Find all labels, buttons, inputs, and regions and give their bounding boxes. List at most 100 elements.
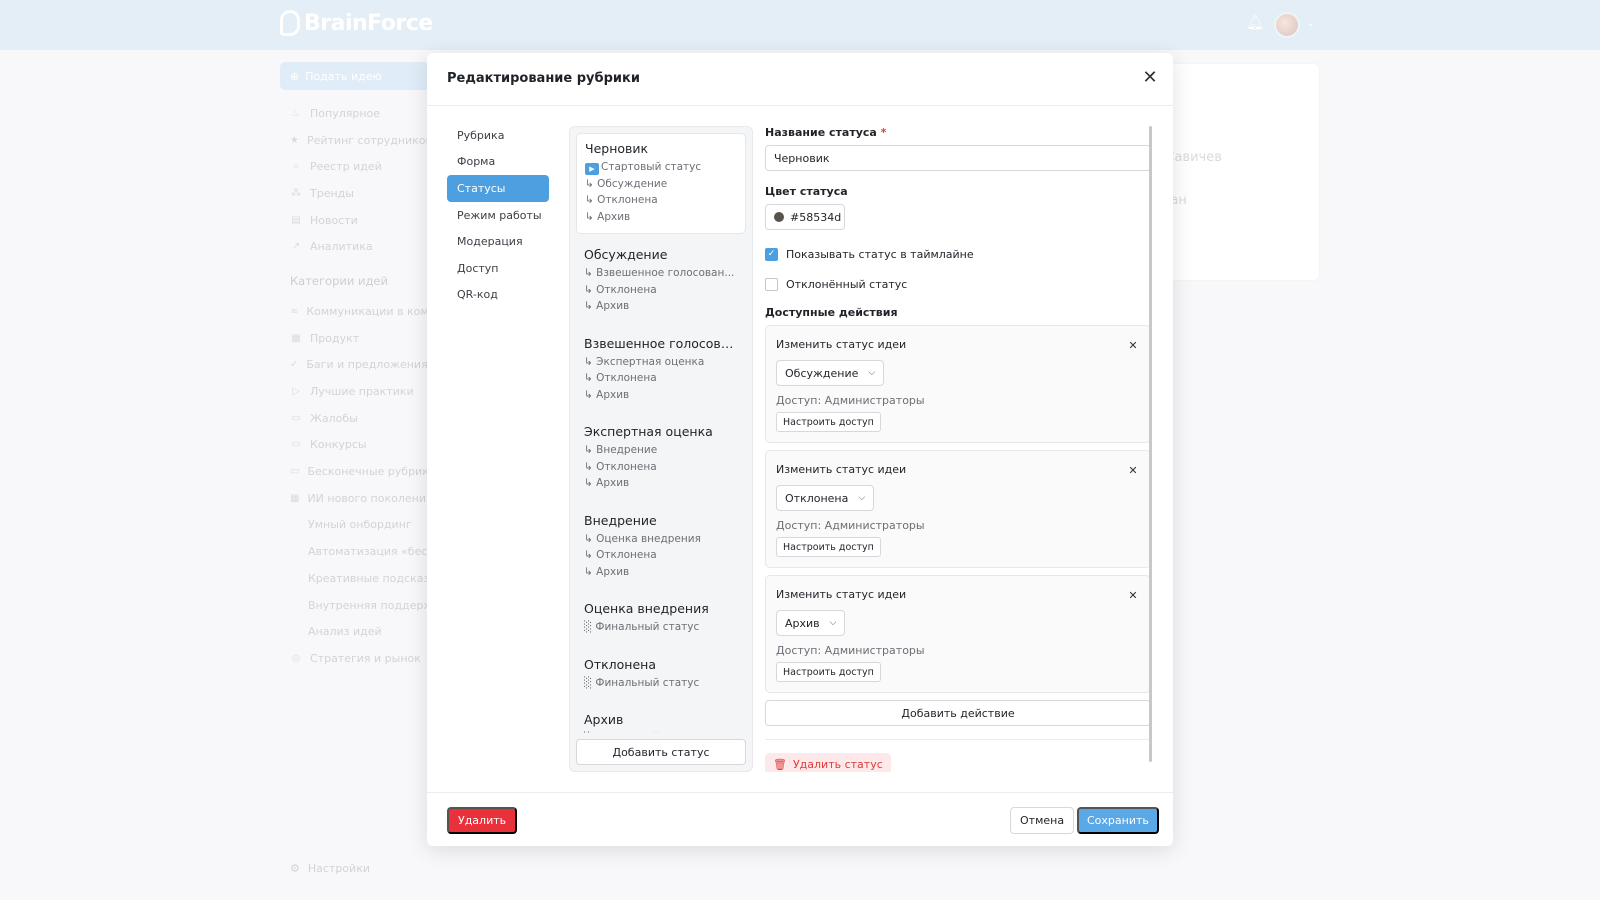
arrow-return-icon: ↳ [584,388,597,401]
rejected-status-checkbox[interactable] [765,277,778,291]
status-transition: ↳ Обсуждение [585,176,737,193]
status-transition-text: Отклонена [597,194,658,206]
arrow-return-icon: ↳ [584,372,597,384]
save-button[interactable]: Сохранить [1077,807,1159,834]
tab-item[interactable]: Рубрика [447,122,549,149]
status-name: Внедрение [584,512,657,528]
status-name: Архив [584,712,624,727]
arrow-return-icon: ↳ [584,477,597,489]
checkered-flag-icon: ░ [584,621,596,633]
status-transition-text: Экспертная оценка [596,355,705,368]
status-transition-text: Архив [596,388,630,401]
status-transition: ↳ Архив [584,564,738,581]
add-action-button[interactable]: Добавить действие [765,700,1151,726]
status-name: Оценка внедрения [584,601,709,616]
target-status-select[interactable]: Архив ⌵ [776,610,846,636]
status-name: Взвешенное голосова... [584,335,738,351]
status-item[interactable]: Архив ░ Финальный статус [576,705,746,733]
status-item[interactable]: Экспертная оценка ↳ Внедрение ↳ Отклонена ↳… [576,417,746,500]
arrow-return-icon: ↳ [585,177,598,190]
target-status-select[interactable]: Отклонена ⌵ [776,485,875,511]
status-transition: ↳ Архив [585,209,737,226]
status-transition-text: Архив [596,565,630,578]
close-icon[interactable]: ✕ [1126,464,1140,477]
arrow-return-icon: ↳ [584,565,597,578]
status-item[interactable]: Обсуждение ↳ Взвешенное голосован... ↳ Отк… [576,240,746,323]
status-transition-text: Отклонена [596,372,657,384]
status-transition: ↳ Отклонена [584,459,738,476]
target-status-value: Обсуждение [785,366,859,380]
chevron-down-icon: ⌵ [858,493,866,503]
configure-access-button[interactable]: Настроить доступ [776,537,881,557]
status-name-label-text: Название статуса [765,126,877,139]
status-transition-text: Архив [596,477,630,489]
configure-access-button[interactable]: Настроить доступ [776,662,881,682]
action-access-text: Доступ: Администраторы [776,644,925,657]
cancel-button[interactable]: Отмена [1010,807,1075,834]
status-item[interactable]: Черновик ▶ Стартовый статус ↳ Обсуждение ↳ О… [576,133,746,234]
available-actions-label: Доступные действия [765,306,898,319]
tab-item[interactable]: Форма [447,149,549,176]
final-status-text: Финальный статус [595,676,700,689]
modal-footer: Удалить Отмена Сохранить [427,792,1173,846]
status-name-input[interactable]: Черновик [765,145,1151,171]
start-status-text: Стартовый статус [601,161,702,173]
final-status-text: Финальный статус [595,732,699,733]
status-transition: ↳ Оценка внедрения [584,531,738,548]
action-card: Изменить статус идеи ✕ Отклонена ⌵ Досту… [765,450,1151,568]
show-in-timeline-checkbox[interactable]: ✓ [765,247,778,261]
tab-item[interactable]: Режим работы [447,202,549,229]
checkered-flag-icon: ░ [584,676,596,689]
modal-title: Редактирование рубрики [447,71,640,86]
status-transition: ↳ Внедрение [584,442,738,459]
status-transition-text: Взвешенное голосован... [596,267,735,279]
add-status-button[interactable]: Добавить статус [576,739,746,765]
close-icon[interactable]: ✕ [1126,339,1140,352]
final-status-badge: ░ Финальный статус [584,675,738,692]
status-editor: Название статуса * Черновик Цвет статуса… [765,126,1153,772]
status-transition-text: Отклонена [596,283,657,296]
status-item[interactable]: Отклонена ░ Финальный статус [576,650,746,700]
modal-tabs: Рубрика Форма Статусы Режим работы Модерация… [447,122,549,308]
editor-scrollbar[interactable] [1149,126,1152,762]
show-in-timeline-row[interactable]: ✓ Показывать статус в таймлайне [765,246,1153,262]
tab-item[interactable]: Доступ [447,255,549,282]
tab-item[interactable]: Модерация [447,228,549,255]
arrow-return-icon: ↳ [584,267,597,279]
arrow-return-icon: ↳ [584,460,597,473]
configure-access-button[interactable]: Настроить доступ [776,412,881,432]
close-icon[interactable]: ✕ [1139,67,1161,89]
delete-status-button[interactable]: 🗑︎ Удалить статус [765,753,891,772]
color-value: #58534d [790,210,842,224]
color-swatch [774,212,784,222]
status-name: Отклонена [584,656,657,672]
status-transition: ↳ Отклонена [584,282,738,299]
status-color-picker[interactable]: #58534d [765,204,845,230]
status-item[interactable]: Внедрение ↳ Оценка внедрения ↳ Отклонена ↳ … [576,506,746,589]
status-list: Черновик ▶ Стартовый статус ↳ Обсуждение ↳ О… [569,126,753,772]
status-transition: ↳ Отклонена [584,370,738,387]
close-icon[interactable]: ✕ [1126,589,1140,602]
tab-item[interactable]: Статусы [447,175,549,202]
tab-item[interactable]: QR-код [447,282,549,309]
target-status-value: Архив [785,616,820,630]
status-item[interactable]: Оценка внедрения ░ Финальный статус [576,594,746,644]
status-name: Экспертная оценка [584,424,713,439]
arrow-return-icon: ↳ [584,549,597,561]
status-transition-text: Оценка внедрения [596,532,701,545]
arrow-return-icon: ↳ [584,283,597,296]
target-status-value: Отклонена [785,491,849,505]
action-access-text: Доступ: Администраторы [776,519,925,532]
status-transition-text: Отклонена [596,460,657,473]
delete-button[interactable]: Удалить [447,807,518,834]
show-in-timeline-label: Показывать статус в таймлайне [786,247,974,261]
target-status-select[interactable]: Обсуждение ⌵ [776,360,885,386]
status-name-label: Название статуса * [765,126,1153,139]
status-transition: ↳ Архив [584,387,738,404]
action-title: Изменить статус идеи [776,588,907,601]
action-card: Изменить статус идеи ✕ Архив ⌵ Доступ: А… [765,575,1151,693]
status-item[interactable]: Взвешенное голосова... ↳ Экспертная оценк… [576,329,746,412]
status-transition-text: Внедрение [596,444,658,456]
rejected-status-row[interactable]: Отклонённый статус [765,276,1153,292]
status-list-scroll[interactable]: Черновик ▶ Стартовый статус ↳ Обсуждение ↳ О… [570,127,752,733]
